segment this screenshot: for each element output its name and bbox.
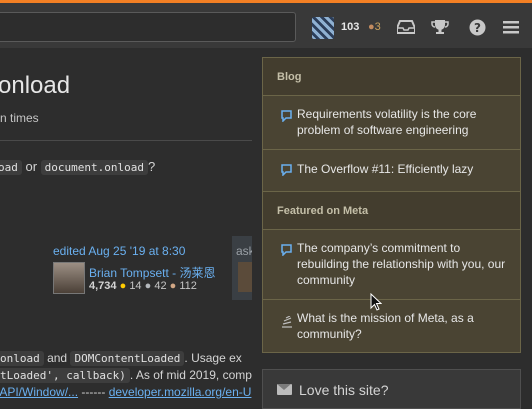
meta-item-link[interactable]: The company’s commitment to rebuilding t… (297, 240, 507, 288)
help-icon[interactable]: ? (465, 15, 489, 39)
silver-badge-count: 42 (154, 280, 167, 292)
top-bar: 103 ●3 ? (0, 0, 532, 48)
menu-icon[interactable] (499, 15, 523, 39)
inbox-icon[interactable] (394, 15, 418, 39)
speech-bubble-icon (281, 109, 292, 123)
question-meta: n times (0, 111, 39, 125)
editor-avatar[interactable] (53, 262, 85, 294)
blog-item[interactable]: Requirements volatility is the core prob… (263, 96, 520, 150)
comment-text: ------ (78, 385, 109, 399)
mail-icon (277, 384, 292, 395)
mouse-cursor-icon (370, 293, 382, 311)
search-input[interactable] (0, 12, 296, 42)
comment-text: . Usage ex (184, 351, 242, 365)
meta-item[interactable]: The company’s commitment to rebuilding t… (263, 230, 520, 300)
bronze-badge-count: 112 (179, 280, 197, 292)
editor-reputation: 4,734 (89, 280, 117, 292)
divider (0, 140, 252, 141)
comment-line: onload and DOMContentLoaded. Usage ex (0, 351, 242, 366)
blog-item[interactable]: The Overflow #11: Efficiently lazy (263, 150, 520, 192)
speech-bubble-icon (281, 243, 292, 257)
comment-text: . As of mid 2019, compa (129, 368, 252, 382)
comment-line: tLoaded', callback). As of mid 2019, com… (0, 368, 252, 383)
inline-code: DOMContentLoaded (70, 351, 185, 366)
user-avatar[interactable] (312, 17, 334, 39)
question-body-line: oad or document.onload? (0, 159, 156, 175)
comment-line: /API/Window/... ------ developer.mozilla… (0, 385, 251, 399)
inline-code: document.onload (40, 160, 149, 175)
mdn-link[interactable]: /API/Window/... (0, 385, 78, 399)
asker-avatar[interactable] (238, 262, 252, 292)
editor-name-link[interactable]: Brian Tompsett - 汤莱恩 (89, 264, 215, 281)
svg-text:?: ? (474, 21, 481, 35)
body-text: ? (148, 159, 156, 174)
achievements-trophy-icon[interactable] (428, 15, 452, 39)
asked-label: ask (236, 244, 252, 258)
meta-stack-icon (281, 315, 292, 328)
blog-item-link[interactable]: The Overflow #11: Efficiently lazy (297, 161, 507, 177)
featured-widget: Blog Requirements volatility is the core… (262, 57, 521, 353)
meta-header: Featured on Meta (263, 192, 520, 230)
editor-stats: 4,734 ● 14 ● 42 ● 112 (89, 280, 197, 292)
question-title[interactable]: onload (0, 72, 70, 100)
speech-bubble-icon (281, 163, 292, 177)
main-content: onload n times oad or document.onload? e… (0, 48, 252, 400)
meta-item[interactable]: What is the mission of Meta, as a commun… (263, 300, 520, 352)
comment-text: and (43, 351, 71, 365)
blog-item-link[interactable]: Requirements volatility is the core prob… (297, 106, 507, 138)
body-text: or (21, 159, 41, 174)
blog-header: Blog (263, 58, 520, 96)
inline-code: oad (0, 160, 22, 175)
inline-code: tLoaded', callback) (0, 368, 130, 383)
love-this-site-box[interactable]: Love this site? (262, 369, 521, 409)
silver-badge-bullet: ● (144, 280, 152, 292)
user-reputation[interactable]: 103 (341, 21, 359, 33)
love-this-site-title: Love this site? (299, 382, 389, 398)
bronze-badge-count: ●3 (368, 21, 381, 33)
edited-link[interactable]: edited Aug 25 '19 at 8:30 (53, 244, 185, 258)
bronze-badge-bullet: ● (368, 21, 375, 33)
mdn-link[interactable]: developer.mozilla.org/en-U (109, 385, 252, 399)
bronze-badge-number: 3 (374, 21, 381, 33)
gold-badge-bullet: ● (119, 280, 127, 292)
gold-badge-count: 14 (129, 280, 142, 292)
bronze-badge-bullet: ● (169, 280, 177, 292)
inline-code: onload (0, 351, 44, 366)
meta-item-link[interactable]: What is the mission of Meta, as a commun… (297, 310, 507, 342)
